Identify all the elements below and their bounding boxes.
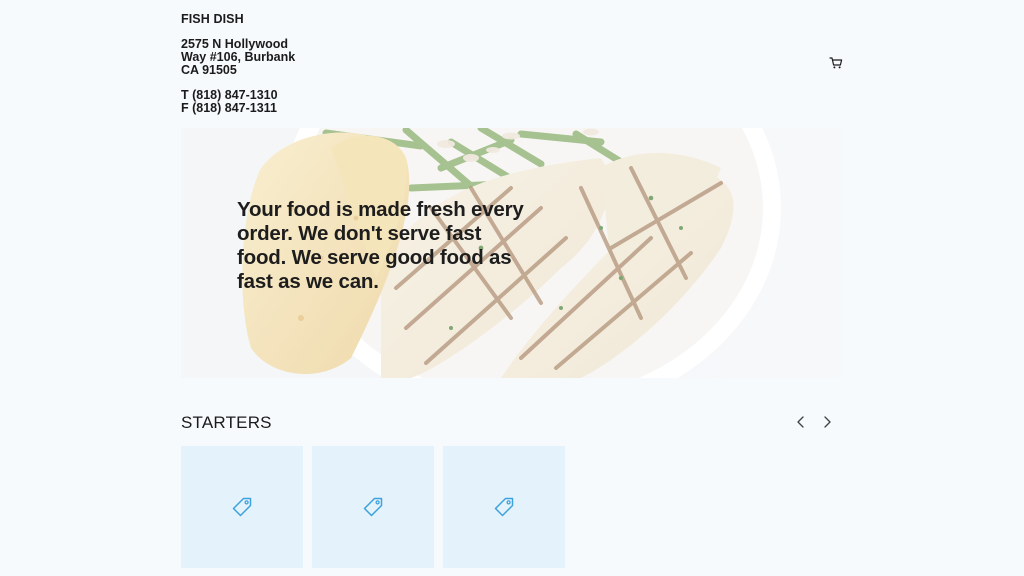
section-title: STARTERS <box>181 413 272 432</box>
restaurant-header: FISH DISH 2575 N Hollywood Way #106, Bur… <box>181 12 843 120</box>
address-line-3: CA 91505 <box>181 63 237 77</box>
carousel-nav <box>792 413 836 431</box>
fax-number: F (818) 847-1311 <box>181 101 277 115</box>
price-tag-icon <box>232 497 252 517</box>
cart-icon <box>829 57 843 69</box>
hero-tagline: Your food is made fresh every order. We … <box>237 198 524 293</box>
chevron-right-icon <box>824 416 831 428</box>
restaurant-address: 2575 N Hollywood Way #106, Burbank CA 91… <box>181 38 311 77</box>
product-card[interactable] <box>181 446 303 568</box>
product-card[interactable] <box>443 446 565 568</box>
carousel-prev-button[interactable] <box>792 413 810 431</box>
chevron-left-icon <box>797 416 804 428</box>
cart-button[interactable] <box>829 56 843 70</box>
price-tag-icon <box>494 497 514 517</box>
phone-number[interactable]: T (818) 847-1310 <box>181 89 843 102</box>
restaurant-contact: T (818) 847-1310 F (818) 847-1311 <box>181 89 843 115</box>
product-card[interactable] <box>312 446 434 568</box>
carousel-next-button[interactable] <box>818 413 836 431</box>
price-tag-icon <box>363 497 383 517</box>
restaurant-name[interactable]: FISH DISH <box>181 12 843 26</box>
hero-banner: Your food is made fresh every order. We … <box>181 128 843 378</box>
